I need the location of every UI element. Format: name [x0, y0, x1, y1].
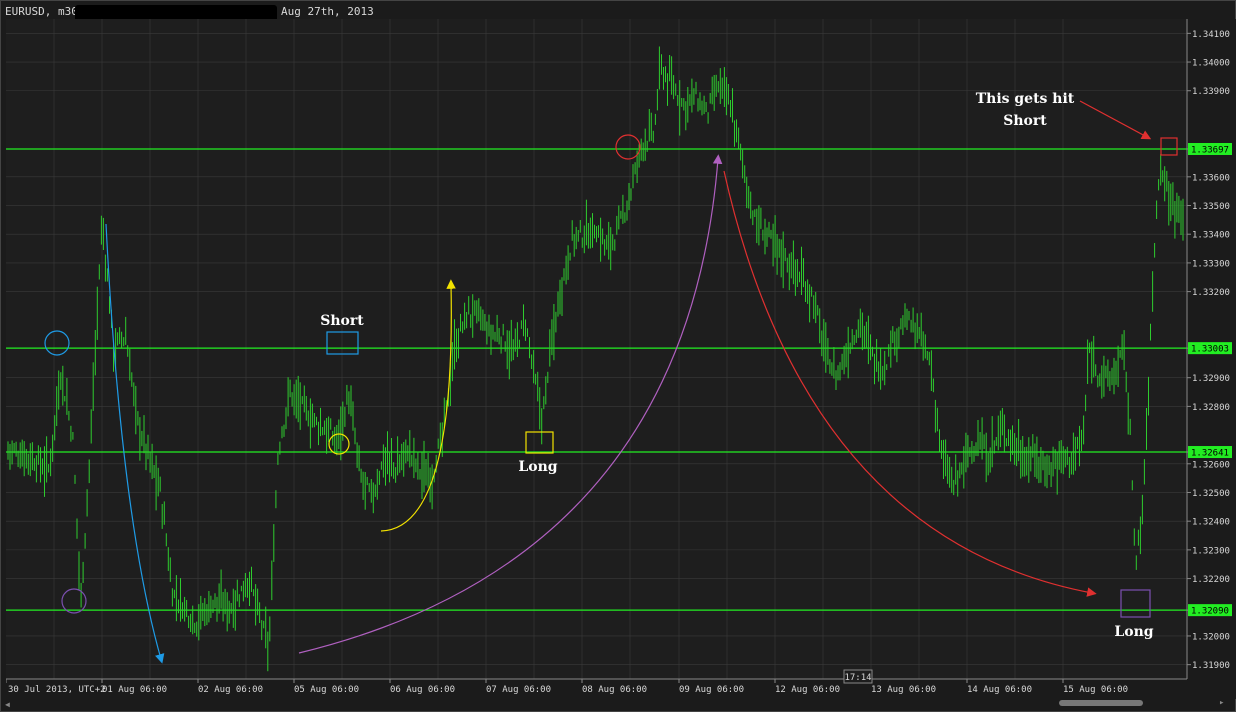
price-bars [7, 46, 1184, 672]
x-tick-label: 08 Aug 06:00 [582, 685, 647, 695]
x-tick-label: 05 Aug 06:00 [294, 685, 359, 695]
blue-circle [44, 330, 70, 356]
x-tick-label: 01 Aug 06:00 [102, 685, 167, 695]
purple-square [1120, 589, 1151, 618]
red-circle [615, 134, 641, 160]
cursor-time-marker: 17:14 [843, 669, 873, 684]
chart-plot-area[interactable]: Short Long Long This gets hit Short 1.34… [6, 19, 1236, 699]
hit-label-line2: Short [1003, 113, 1047, 129]
y-tick-label: 1.33200 [1192, 288, 1230, 298]
x-tick-label: 07 Aug 06:00 [486, 685, 551, 695]
yellow-arrow [380, 279, 456, 532]
y-tick-label: 1.33003 [1191, 345, 1229, 355]
y-tick-label: 1.31900 [1192, 661, 1230, 671]
y-tick-label: 1.32800 [1192, 403, 1230, 413]
cursor-time-label: 17:14 [844, 673, 871, 683]
y-tick-label: 1.34100 [1192, 30, 1230, 40]
price-chart-svg: Short Long Long This gets hit Short 1.34… [6, 19, 1236, 699]
annotation-shapes [44, 134, 1178, 618]
y-tick-label: 1.32200 [1192, 575, 1230, 585]
y-tick-label: 1.32400 [1192, 518, 1230, 528]
long-label-2: Long [1114, 624, 1153, 640]
x-tick-label: 09 Aug 06:00 [679, 685, 744, 695]
date-label: Aug 27th, 2013 [281, 5, 374, 18]
y-tick-label: 1.33300 [1192, 259, 1230, 269]
annotation-labels: Short Long Long This gets hit Short [320, 91, 1154, 640]
blue-arrow [105, 223, 165, 664]
yellow-square [525, 431, 554, 454]
horizontal-scrollbar[interactable] [1059, 700, 1143, 706]
y-tick-label: 1.32000 [1192, 632, 1230, 642]
y-tick-label: 1.32300 [1192, 546, 1230, 556]
y-tick-label: 1.32600 [1192, 460, 1230, 470]
scroll-right-icon[interactable]: ▸ [1219, 698, 1229, 708]
horizontal-levels [6, 148, 1187, 611]
y-tick-label: 1.32641 [1191, 449, 1229, 459]
x-tick-label: 12 Aug 06:00 [775, 685, 840, 695]
long-label-1: Long [518, 459, 557, 475]
red-square [1160, 137, 1178, 156]
x-tick-label: 14 Aug 06:00 [967, 685, 1032, 695]
blue-square [326, 331, 359, 355]
y-tick-label: 1.32090 [1191, 607, 1229, 617]
short-label-1: Short [320, 313, 364, 329]
annotation-arrows [105, 100, 1152, 664]
red-arrow-small [1079, 100, 1152, 140]
x-tick-label: 13 Aug 06:00 [871, 685, 936, 695]
symbol-label: EURUSD, m30 [5, 5, 78, 18]
x-axis: 30 Jul 2013, UTC+201 Aug 06:00 02 Aug 06:… [6, 678, 1236, 699]
y-tick-label: 1.33400 [1192, 231, 1230, 241]
hit-label-line1: This gets hit [976, 91, 1075, 107]
y-axis: 1.34100 1.34000 1.33900 1.33697 1.33600 1.335… [1186, 19, 1236, 699]
y-tick-label: 1.33600 [1192, 173, 1230, 183]
y-tick-label: 1.33900 [1192, 87, 1230, 97]
x-tick-label: 15 Aug 06:00 [1063, 685, 1128, 695]
chart-window: EURUSD, m30 Aug 27th, 2013 Short Long Lo… [0, 0, 1236, 712]
y-tick-label: 1.34000 [1192, 59, 1230, 69]
x-tick-label: 30 Jul 2013, UTC+2 [8, 685, 106, 695]
y-tick-label: 1.32900 [1192, 374, 1230, 384]
y-tick-label: 1.33500 [1192, 202, 1230, 212]
y-tick-label: 1.32500 [1192, 489, 1230, 499]
y-tick-label: 1.33697 [1191, 145, 1229, 155]
x-tick-label: 02 Aug 06:00 [198, 685, 263, 695]
x-tick-label: 06 Aug 06:00 [390, 685, 455, 695]
purple-circle [61, 588, 87, 614]
scroll-left-icon[interactable]: ◀ [5, 700, 11, 709]
purple-arrow [298, 154, 723, 654]
